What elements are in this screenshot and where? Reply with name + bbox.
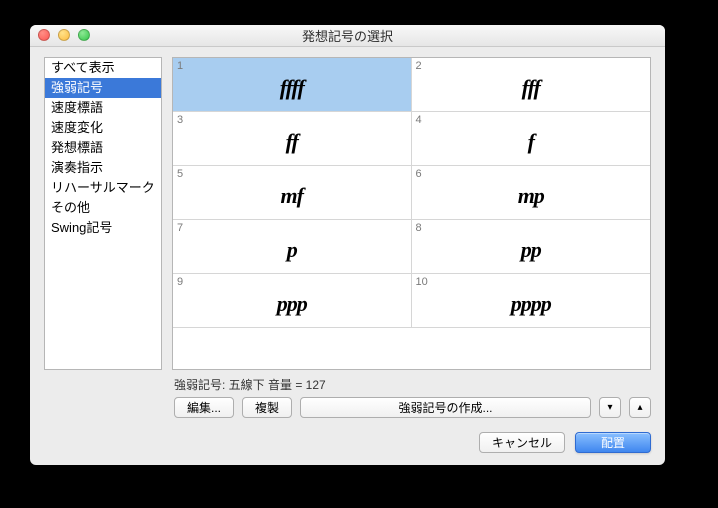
grid-cell[interactable]: 1 ffff	[173, 58, 412, 112]
grid-cell[interactable]: 4f	[412, 112, 651, 166]
move-up-button[interactable]: ▴	[629, 397, 651, 418]
sidebar-item[interactable]: その他	[45, 198, 161, 218]
dynamic-marking: pp	[412, 237, 651, 263]
dialog-window: 発想記号の選択 すべて表示強弱記号速度標語速度変化発想標語演奏指示リハーサルマー…	[30, 25, 665, 465]
cell-number: 10	[416, 276, 428, 288]
dynamic-marking: ffff	[173, 75, 411, 101]
cell-number: 3	[177, 114, 183, 126]
grid-cell[interactable]: 9 ppp	[173, 274, 412, 328]
create-button[interactable]: 強弱記号の作成...	[300, 397, 591, 418]
chevron-down-icon: ▾	[607, 403, 612, 413]
dynamic-marking: f	[412, 129, 651, 155]
grid-cell[interactable]: 7p	[173, 220, 412, 274]
dynamic-marking: pppp	[412, 291, 651, 317]
dynamic-marking: ppp	[173, 291, 411, 317]
edit-button[interactable]: 編集...	[174, 397, 234, 418]
panels: すべて表示強弱記号速度標語速度変化発想標語演奏指示リハーサルマークその他Swin…	[44, 57, 651, 370]
grid-cell[interactable]: 8 pp	[412, 220, 651, 274]
grid-cell[interactable]: 10 pppp	[412, 274, 651, 328]
sidebar-item[interactable]: すべて表示	[45, 58, 161, 78]
titlebar: 発想記号の選択	[30, 25, 665, 47]
grid-cell[interactable]: 2 fff	[412, 58, 651, 112]
cell-number: 2	[416, 60, 422, 72]
cell-number: 6	[416, 168, 422, 180]
move-down-button[interactable]: ▾	[599, 397, 621, 418]
cell-number: 7	[177, 222, 183, 234]
cell-number: 1	[177, 60, 183, 72]
cell-number: 4	[416, 114, 422, 126]
traffic-lights	[38, 29, 90, 41]
ok-button[interactable]: 配置	[575, 432, 651, 453]
sidebar-item[interactable]: 速度標語	[45, 98, 161, 118]
grid-cell[interactable]: 5 mf	[173, 166, 412, 220]
duplicate-button[interactable]: 複製	[242, 397, 292, 418]
cell-number: 8	[416, 222, 422, 234]
expression-grid[interactable]: 1ffff2fff3ff4f5mf6mp7p8pp9ppp10pppp	[172, 57, 651, 370]
category-sidebar[interactable]: すべて表示強弱記号速度標語速度変化発想標語演奏指示リハーサルマークその他Swin…	[44, 57, 162, 370]
dynamic-marking: fff	[412, 75, 651, 101]
content-area: すべて表示強弱記号速度標語速度変化発想標語演奏指示リハーサルマークその他Swin…	[30, 47, 665, 465]
chevron-up-icon: ▴	[637, 403, 642, 413]
sidebar-item[interactable]: 演奏指示	[45, 158, 161, 178]
cell-number: 5	[177, 168, 183, 180]
close-icon[interactable]	[38, 29, 50, 41]
status-text: 強弱記号: 五線下 音量 = 127	[174, 376, 651, 393]
grid-cell[interactable]: 3 ff	[173, 112, 412, 166]
sidebar-item[interactable]: リハーサルマーク	[45, 178, 161, 198]
zoom-icon[interactable]	[78, 29, 90, 41]
button-row: 編集... 複製 強弱記号の作成... ▾ ▴	[174, 397, 651, 418]
footer-buttons: キャンセル 配置	[44, 432, 651, 453]
sidebar-item[interactable]: 強弱記号	[45, 78, 161, 98]
dynamic-marking: ff	[173, 129, 411, 155]
sidebar-item[interactable]: Swing記号	[45, 218, 161, 238]
sidebar-item[interactable]: 発想標語	[45, 138, 161, 158]
grid-cell[interactable]: 6 mp	[412, 166, 651, 220]
dynamic-marking: mf	[173, 183, 411, 209]
dynamic-marking: p	[173, 237, 411, 263]
grid-wrap: 1ffff2fff3ff4f5mf6mp7p8pp9ppp10pppp	[172, 57, 651, 370]
minimize-icon[interactable]	[58, 29, 70, 41]
dynamic-marking: mp	[412, 183, 651, 209]
sidebar-item[interactable]: 速度変化	[45, 118, 161, 138]
window-title: 発想記号の選択	[302, 26, 393, 45]
cancel-button[interactable]: キャンセル	[479, 432, 565, 453]
cell-number: 9	[177, 276, 183, 288]
